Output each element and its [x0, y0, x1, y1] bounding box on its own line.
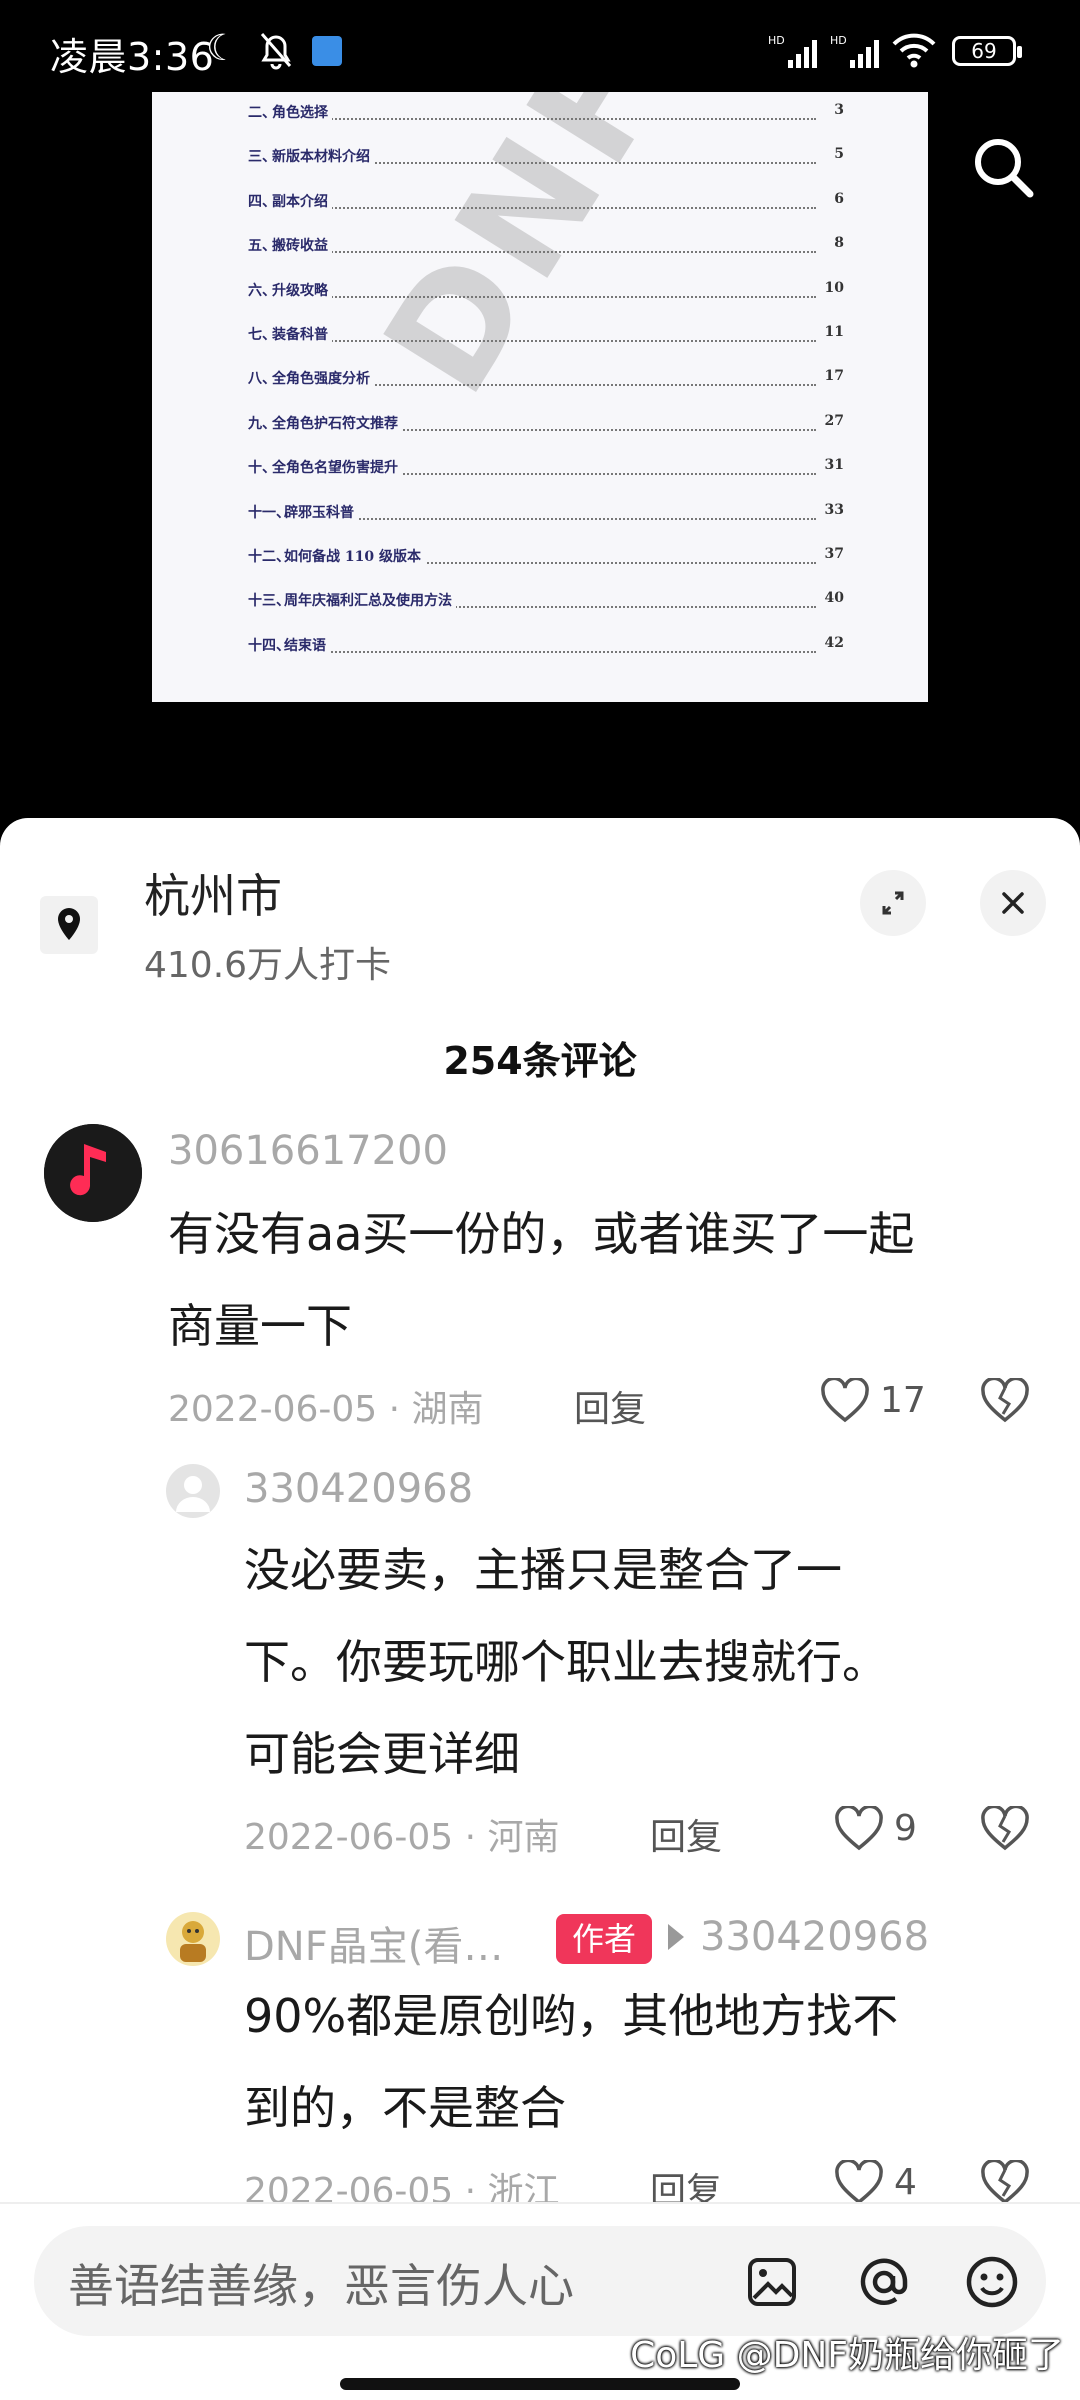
toc-row: 九、 全角色护石符文推荐 27 [248, 407, 844, 437]
toc-page: 31 [824, 457, 844, 474]
wifi-icon [892, 33, 936, 68]
comment-count: 254条评论 [443, 1039, 637, 1083]
toc-title: 副本介绍 [272, 193, 332, 210]
comment-text-line: 没必要卖，主播只是整合了一 [244, 1543, 842, 1597]
moon-icon: ☾ [206, 28, 239, 69]
toc-title: 升级攻略 [272, 282, 332, 299]
upload-icon [312, 36, 342, 66]
toc-page: 17 [824, 368, 844, 385]
home-indicator[interactable] [340, 2378, 740, 2390]
signal-icon-2: HD [830, 34, 879, 68]
watermark-credit: CoLG @DNF奶瓶给你砸了 [630, 2335, 1064, 2376]
toc-title: 角色选择 [272, 105, 332, 121]
like-count: 17 [880, 1380, 926, 1421]
toc-title: 全角色护石符文推荐 [272, 415, 402, 432]
toc-title: 辟邪玉科普 [284, 504, 358, 521]
toc-leader-dots [284, 650, 816, 653]
location-pin-icon[interactable] [40, 896, 98, 954]
toc-page: 40 [824, 590, 844, 607]
toc-page: 37 [824, 546, 844, 562]
toc-page: 3 [834, 102, 844, 118]
location-checkins: 410.6万人打卡 [144, 945, 392, 986]
image-icon[interactable] [746, 2256, 798, 2308]
status-time: 凌晨3:36 [50, 35, 215, 79]
like-count: 9 [894, 1808, 917, 1849]
heart-icon[interactable] [834, 2160, 884, 2206]
toc-page: 8 [834, 235, 844, 252]
location-title[interactable]: 杭州市 [144, 860, 282, 926]
toc-row: 十二、 如何备战 110 级版本 37 [248, 540, 844, 570]
comment-username[interactable]: 330420968 [244, 1466, 473, 1512]
avatar[interactable] [44, 1124, 142, 1222]
comment-date-region: 2022-06-05 · 河南 [244, 1817, 560, 1858]
toc-page: 6 [834, 190, 844, 207]
bell-off-icon [260, 33, 292, 70]
avatar[interactable] [166, 1464, 220, 1518]
toc-row: 十三、 周年庆福利汇总及使用方法 40 [248, 584, 844, 614]
signal-hd-2: HD [830, 34, 847, 47]
heart-icon[interactable] [820, 1378, 870, 1424]
comment-date-region: 2022-06-05 · 湖南 [168, 1389, 484, 1430]
toc-page: 5 [834, 146, 844, 163]
emoji-icon[interactable] [964, 2254, 1020, 2310]
dislike-icon[interactable] [980, 1806, 1030, 1852]
reply-arrow-icon [668, 1924, 684, 1950]
toc-title: 全角色强度分析 [272, 371, 374, 388]
toc-leader-dots [284, 517, 816, 520]
document-image[interactable]: 二、 角色选择 3 三、 新版本材料介绍 5 四、 副本介绍 6 五、 搬砖收益 8 六、 升级攻略 10 七… [152, 92, 928, 702]
comment-text-line: 90%都是原创哟，其他地方找不 [244, 1989, 899, 2043]
comment-sheet: 杭州市 410.6万人打卡 254条评论 30616617200 有没有aa买一… [0, 818, 1080, 2400]
reply-to-username[interactable]: 330420968 [700, 1914, 929, 1960]
avatar[interactable] [166, 1912, 220, 1966]
battery-indicator: 69 [952, 36, 1022, 66]
toc-row: 十一、 辟邪玉科普 33 [248, 496, 844, 526]
toc-page: 33 [824, 501, 844, 518]
heart-icon[interactable] [834, 1806, 884, 1852]
signal-hd-1: HD [768, 34, 785, 47]
toc-row: 十、 全角色名望伤害提升 31 [248, 451, 844, 481]
comment-text-line: 到的，不是整合 [244, 2081, 566, 2135]
expand-button[interactable] [860, 870, 926, 936]
comment-input-placeholder: 善语结善缘，恶言伤人心 [68, 2259, 574, 2313]
comment-username[interactable]: 30616617200 [168, 1128, 448, 1174]
toc-row: 十四、 结束语 42 [248, 629, 844, 659]
comment-text-line: 下。你要玩哪个职业去搜就行。 [244, 1635, 888, 1689]
toc-page: 11 [824, 324, 844, 340]
toc-title: 周年庆福利汇总及使用方法 [284, 593, 456, 610]
comment-text-line: 商量一下 [168, 1299, 352, 1353]
reply-button[interactable]: 回复 [574, 1380, 646, 1432]
toc-page: 27 [824, 412, 844, 429]
expand-icon [882, 891, 904, 915]
toc-title: 如何备战 110 级版本 [284, 549, 425, 565]
toc-title: 全角色名望伤害提升 [272, 460, 402, 477]
author-badge: 作者 [556, 1914, 652, 1964]
search-icon[interactable] [968, 132, 1038, 202]
dislike-icon[interactable] [980, 1378, 1030, 1424]
toc-title: 装备科普 [272, 327, 332, 343]
like-count: 4 [894, 2162, 917, 2203]
toc-title: 结束语 [284, 637, 330, 654]
comment-username[interactable]: DNF晶宝(看… [244, 1914, 503, 1972]
close-icon [1002, 892, 1024, 914]
reply-button[interactable]: 回复 [650, 1808, 722, 1860]
toc-row: 八、 全角色强度分析 17 [248, 362, 844, 392]
status-bar: 凌晨3:36 ☾ HD HD 69 [0, 0, 1080, 96]
at-icon[interactable] [856, 2254, 912, 2310]
close-button[interactable] [980, 870, 1046, 936]
comment-text-line: 可能会更详细 [244, 1727, 520, 1781]
toc-page: 42 [824, 634, 844, 651]
comment-input[interactable]: 善语结善缘，恶言伤人心 [34, 2226, 1046, 2336]
toc-page: 10 [824, 279, 844, 296]
dislike-icon[interactable] [980, 2160, 1030, 2206]
comment-text-line: 有没有aa买一份的，或者谁买了一起 [168, 1207, 915, 1261]
toc-title: 新版本材料介绍 [272, 149, 374, 166]
toc-title: 搬砖收益 [272, 238, 332, 255]
signal-icon: HD [768, 34, 817, 68]
